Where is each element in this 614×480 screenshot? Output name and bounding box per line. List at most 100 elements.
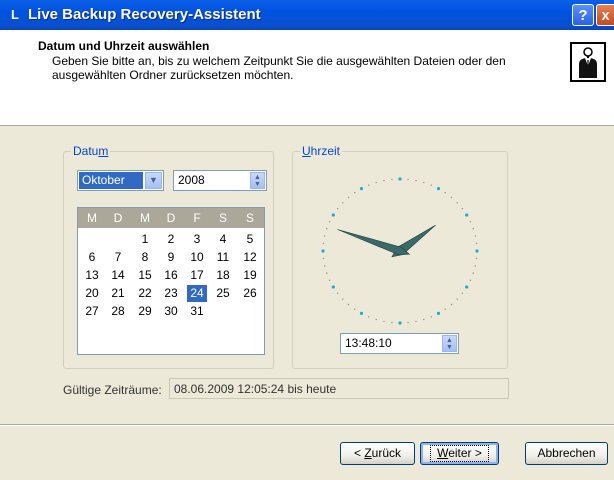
hour-tick bbox=[398, 321, 402, 325]
minute-tick bbox=[474, 265, 477, 267]
minute-tick bbox=[461, 292, 463, 295]
calendar-day[interactable]: 29 bbox=[135, 303, 155, 320]
calendar-day[interactable]: 1 bbox=[135, 231, 155, 248]
weekday-label: M bbox=[87, 211, 97, 225]
spinner-icon[interactable]: ▲ ▼ bbox=[442, 335, 457, 352]
minute-tick bbox=[347, 303, 350, 306]
calendar-day[interactable]: 31 bbox=[187, 303, 207, 320]
minute-tick bbox=[375, 318, 377, 321]
app-icon: L bbox=[11, 7, 19, 22]
analog-clock bbox=[321, 177, 479, 325]
hour-tick bbox=[465, 213, 469, 217]
hour-tick bbox=[331, 213, 335, 217]
minute-tick bbox=[407, 321, 409, 324]
weekday-label: S bbox=[245, 211, 254, 225]
year-value: 2008 bbox=[178, 173, 205, 187]
calendar-day[interactable]: 17 bbox=[187, 267, 207, 284]
minute-tick bbox=[375, 181, 377, 184]
hour-tick bbox=[359, 187, 364, 191]
month-select[interactable]: Oktober ▼ bbox=[77, 170, 164, 191]
time-group-label: Uhrzeit bbox=[300, 144, 343, 158]
date-group-label: Datum bbox=[71, 144, 111, 158]
calendar-day[interactable]: 15 bbox=[135, 267, 155, 284]
calendar-day[interactable]: 25 bbox=[213, 285, 233, 302]
month-calendar: MDMDFSS 1 2 3 4 5 6 7 8 9 10 11 12 13 14 15 16 17 18 19 20 2… bbox=[77, 207, 265, 355]
minute-tick bbox=[469, 221, 472, 223]
calendar-day[interactable]: 21 bbox=[108, 285, 128, 302]
calendar-day[interactable]: 30 bbox=[161, 303, 181, 320]
minute-tick bbox=[383, 179, 385, 182]
calendar-day[interactable]: 7 bbox=[108, 249, 128, 266]
calendar-day[interactable]: 18 bbox=[213, 267, 233, 284]
calendar-day[interactable]: 9 bbox=[161, 249, 181, 266]
minute-tick bbox=[430, 184, 433, 186]
minute-tick bbox=[450, 303, 453, 306]
valid-range-label: Gültige Zeiträume: bbox=[63, 383, 162, 397]
hour-tick bbox=[359, 311, 364, 315]
calendar-day[interactable]: 10 bbox=[187, 249, 207, 266]
minute-tick bbox=[383, 320, 385, 323]
minute-tick bbox=[444, 192, 446, 194]
time-value: 13:48:10 bbox=[345, 336, 392, 350]
calendar-day[interactable]: 3 bbox=[187, 231, 207, 248]
minute-tick bbox=[407, 178, 409, 181]
calendar-day[interactable]: 19 bbox=[240, 267, 260, 284]
back-button[interactable]: < Zurück bbox=[340, 442, 415, 465]
time-stepper[interactable]: 13:48:10 ▲ ▼ bbox=[340, 333, 459, 354]
page-description: Geben Sie bitte an, bis zu welchem Zeitp… bbox=[52, 54, 506, 82]
calendar-day[interactable]: 28 bbox=[108, 303, 128, 320]
minute-tick bbox=[323, 265, 326, 267]
calendar-day[interactable]: 20 bbox=[82, 285, 102, 302]
weekday-label: D bbox=[166, 211, 176, 225]
minute-tick bbox=[367, 316, 370, 318]
calendar-day[interactable]: 26 bbox=[240, 285, 260, 302]
calendar-day-selected[interactable]: 24 bbox=[187, 285, 207, 302]
calendar-day[interactable]: 16 bbox=[161, 267, 181, 284]
weekday-label: D bbox=[113, 211, 123, 225]
help-button[interactable]: ? bbox=[572, 4, 594, 26]
calendar-day[interactable]: 14 bbox=[108, 267, 128, 284]
calendar-day[interactable]: 8 bbox=[135, 249, 155, 266]
calendar-day[interactable]: 23 bbox=[161, 285, 181, 302]
minute-tick bbox=[456, 298, 458, 300]
minute-tick bbox=[342, 202, 344, 204]
calendar-day[interactable]: 13 bbox=[82, 267, 102, 284]
calendar-day[interactable]: 27 bbox=[82, 303, 102, 320]
next-button[interactable]: Weiter > bbox=[420, 442, 499, 465]
calendar-day[interactable]: 12 bbox=[240, 249, 260, 266]
minute-tick bbox=[391, 321, 393, 324]
calendar-day[interactable]: 22 bbox=[135, 285, 155, 302]
minute-tick bbox=[415, 179, 417, 182]
minute-tick bbox=[461, 207, 463, 210]
chevron-down-icon[interactable]: ▼ bbox=[145, 172, 162, 189]
weekday-header: MDMDFSS bbox=[78, 208, 264, 228]
minute-tick bbox=[323, 235, 326, 237]
close-button[interactable]: x bbox=[596, 4, 614, 26]
month-value: Oktober bbox=[79, 172, 143, 189]
year-stepper[interactable]: 2008 ▲ ▼ bbox=[173, 170, 267, 191]
calendar-day[interactable]: 4 bbox=[213, 231, 233, 248]
calendar-day[interactable]: 6 bbox=[82, 249, 102, 266]
minute-tick bbox=[472, 228, 474, 230]
minute-tick bbox=[322, 242, 325, 245]
weekday-label: M bbox=[140, 211, 150, 225]
spinner-icon[interactable]: ▲ ▼ bbox=[250, 172, 265, 189]
minute-tick bbox=[367, 184, 370, 186]
weekday-label: F bbox=[193, 211, 201, 225]
minute-tick bbox=[326, 228, 328, 230]
hour-tick bbox=[321, 249, 325, 253]
minute-tick bbox=[326, 272, 328, 274]
minute-tick bbox=[328, 221, 331, 223]
calendar-day[interactable]: 5 bbox=[240, 231, 260, 248]
calendar-day[interactable]: 11 bbox=[213, 249, 233, 266]
minute-tick bbox=[337, 207, 339, 210]
minute-hand bbox=[337, 229, 411, 256]
calendar-day[interactable]: 2 bbox=[161, 231, 181, 248]
cancel-button[interactable]: Abbrechen bbox=[525, 442, 608, 465]
hour-tick bbox=[398, 177, 402, 181]
wizard-header: Datum und Uhrzeit auswählen Geben Sie bi… bbox=[0, 30, 614, 126]
minute-tick bbox=[423, 181, 425, 184]
hour-tick bbox=[465, 285, 469, 289]
title-bar[interactable]: L Live Backup Recovery-Assistent ? x bbox=[0, 0, 614, 30]
minute-tick bbox=[474, 235, 477, 237]
